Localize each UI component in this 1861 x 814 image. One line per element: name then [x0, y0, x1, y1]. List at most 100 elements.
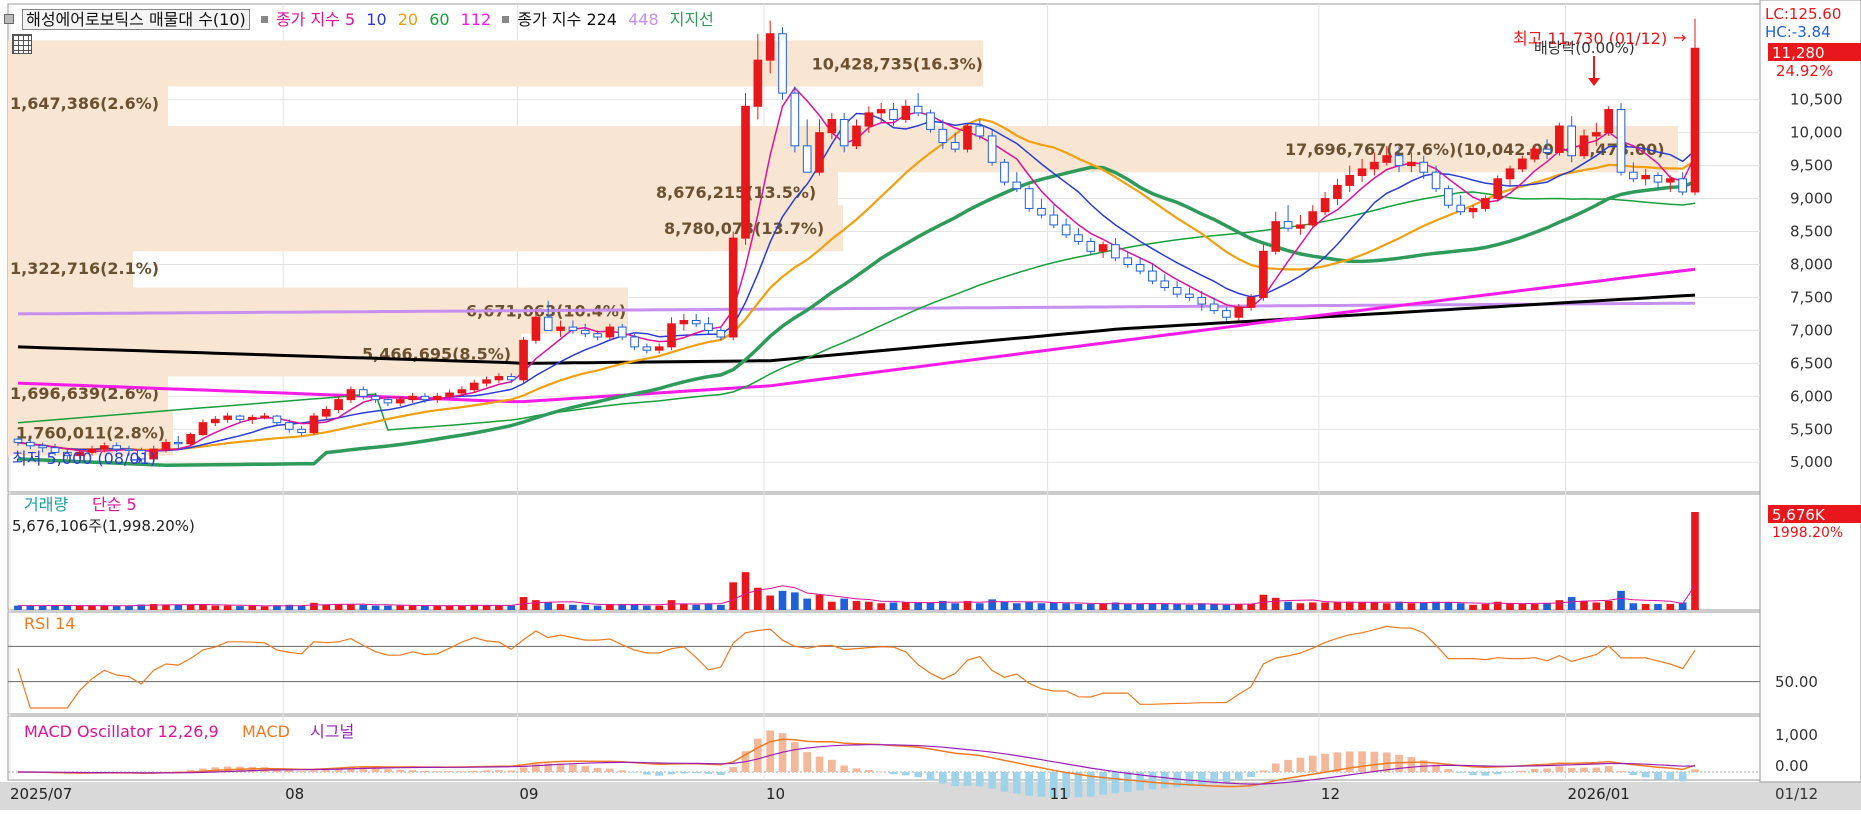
macd-oscillator-bar — [384, 769, 392, 772]
candle-body — [1013, 182, 1021, 189]
macd-oscillator-bar — [1580, 768, 1588, 772]
ma-label[interactable]: 종가 지수 — [276, 10, 340, 29]
macd-oscillator-bar — [372, 768, 380, 772]
candle-body — [1506, 169, 1514, 179]
ma60-label[interactable]: 60 — [429, 10, 449, 29]
volume-bar — [1543, 603, 1551, 610]
candle-body — [1469, 208, 1477, 211]
support-label[interactable]: 지지선 — [670, 10, 714, 29]
macd-oscillator-bar — [1297, 758, 1305, 772]
candle-body — [1050, 215, 1058, 225]
volume-bar — [236, 606, 244, 610]
ma448-label[interactable]: 448 — [628, 10, 659, 29]
hc-label: HC:-3.84 — [1765, 23, 1831, 41]
price-tick-label: 6,500 — [1790, 354, 1833, 372]
volume-bar — [446, 606, 454, 610]
candle-body — [1642, 175, 1650, 178]
volume-bar — [1001, 602, 1009, 610]
candle-body — [1420, 162, 1428, 172]
ma20-label[interactable]: 20 — [398, 10, 418, 29]
candle-body — [914, 106, 922, 113]
macd-oscillator-bar — [1457, 772, 1465, 773]
ma10-label[interactable]: 10 — [366, 10, 386, 29]
candle-body — [1667, 179, 1675, 182]
volume-bar — [1321, 602, 1329, 610]
candle-body — [1223, 311, 1231, 318]
volume-bar — [483, 606, 491, 610]
volume-bar — [951, 603, 959, 610]
candle-body — [1161, 281, 1169, 288]
candle-body — [643, 347, 651, 350]
macd-oscillator-bar — [1605, 766, 1613, 772]
ma2-handle-icon — [502, 16, 509, 23]
volume-badge: 5,676K — [1772, 506, 1826, 524]
macd-oscillator-bar — [594, 768, 602, 772]
volume-bar — [1099, 604, 1107, 610]
candle-body — [606, 327, 614, 337]
candle-body — [1136, 264, 1144, 271]
candle-body — [298, 429, 306, 432]
candle-body — [285, 423, 293, 430]
candle-body — [174, 442, 182, 443]
volume-bar — [1531, 604, 1539, 610]
volume-bar — [655, 606, 663, 610]
candle-body — [1457, 205, 1465, 212]
macd-oscillator-bar — [964, 772, 972, 786]
volume-bar — [1358, 602, 1366, 610]
candle-body — [1654, 175, 1662, 182]
volume-bar — [162, 605, 170, 610]
ma112-label[interactable]: 112 — [461, 10, 492, 29]
candle-body — [273, 416, 281, 423]
ma224-label[interactable]: 224 — [586, 10, 617, 29]
macd-oscillator-bar — [914, 772, 922, 777]
volume-bar — [557, 604, 565, 610]
macd-title: MACD Oscillator 12,26,9 — [24, 722, 219, 741]
macd-oscillator-bar — [668, 772, 676, 774]
x-axis-label: 11 — [1050, 785, 1069, 803]
macd-oscillator-bar — [680, 772, 688, 773]
macd-oscillator-bar — [1519, 771, 1527, 772]
volume-bar — [1136, 604, 1144, 610]
macd-oscillator-bar — [618, 770, 626, 772]
candle-body — [1186, 294, 1194, 297]
macd-oscillator-bar — [1691, 769, 1699, 772]
candle-body — [1691, 48, 1699, 192]
volume-bar — [174, 605, 182, 610]
candle-body — [359, 390, 367, 397]
volume-bar — [1161, 604, 1169, 610]
macd-oscillator-bar — [717, 772, 725, 775]
candle-body — [1568, 126, 1576, 156]
macd-oscillator-bar — [1321, 754, 1329, 772]
price-tick-label: 10,000 — [1790, 124, 1843, 142]
panel-handle-icon[interactable] — [4, 14, 14, 24]
candle-body — [1556, 126, 1564, 152]
ma2-label[interactable]: 종가 지수 — [517, 10, 581, 29]
stock-title[interactable]: 해성에어로보틱스 매물대 수(10) — [22, 9, 250, 30]
volume-bar — [569, 605, 577, 610]
candle-body — [1519, 159, 1527, 169]
candle-body — [544, 317, 552, 330]
volume-bar — [100, 606, 108, 610]
volume-bar — [224, 606, 232, 610]
low-annotation: 최저 5,000 (08/01) — [12, 449, 156, 468]
volume-bar — [1075, 604, 1083, 610]
macd-oscillator-bar — [976, 772, 984, 786]
candle-body — [187, 435, 195, 444]
candle-body — [1124, 258, 1132, 265]
candle-body — [1001, 162, 1009, 182]
candle-body — [766, 34, 774, 60]
macd-tick-0: 0.00 — [1775, 757, 1808, 775]
candle-body — [310, 416, 318, 432]
table-toggle-icon[interactable] — [12, 34, 32, 54]
candle-body — [631, 337, 639, 347]
volume-badge-pct: 1998.20% — [1772, 525, 1843, 541]
candle-body — [717, 330, 725, 337]
ma5-label[interactable]: 5 — [345, 10, 355, 29]
price-tick-label: 9,500 — [1790, 157, 1833, 175]
volume-bar — [39, 606, 47, 610]
macd-oscillator-bar — [569, 765, 577, 772]
volume-bar — [1408, 603, 1416, 610]
macd-oscillator-bar — [754, 739, 762, 772]
macd-oscillator-bar — [1161, 772, 1169, 788]
macd-oscillator-bar — [853, 768, 861, 772]
